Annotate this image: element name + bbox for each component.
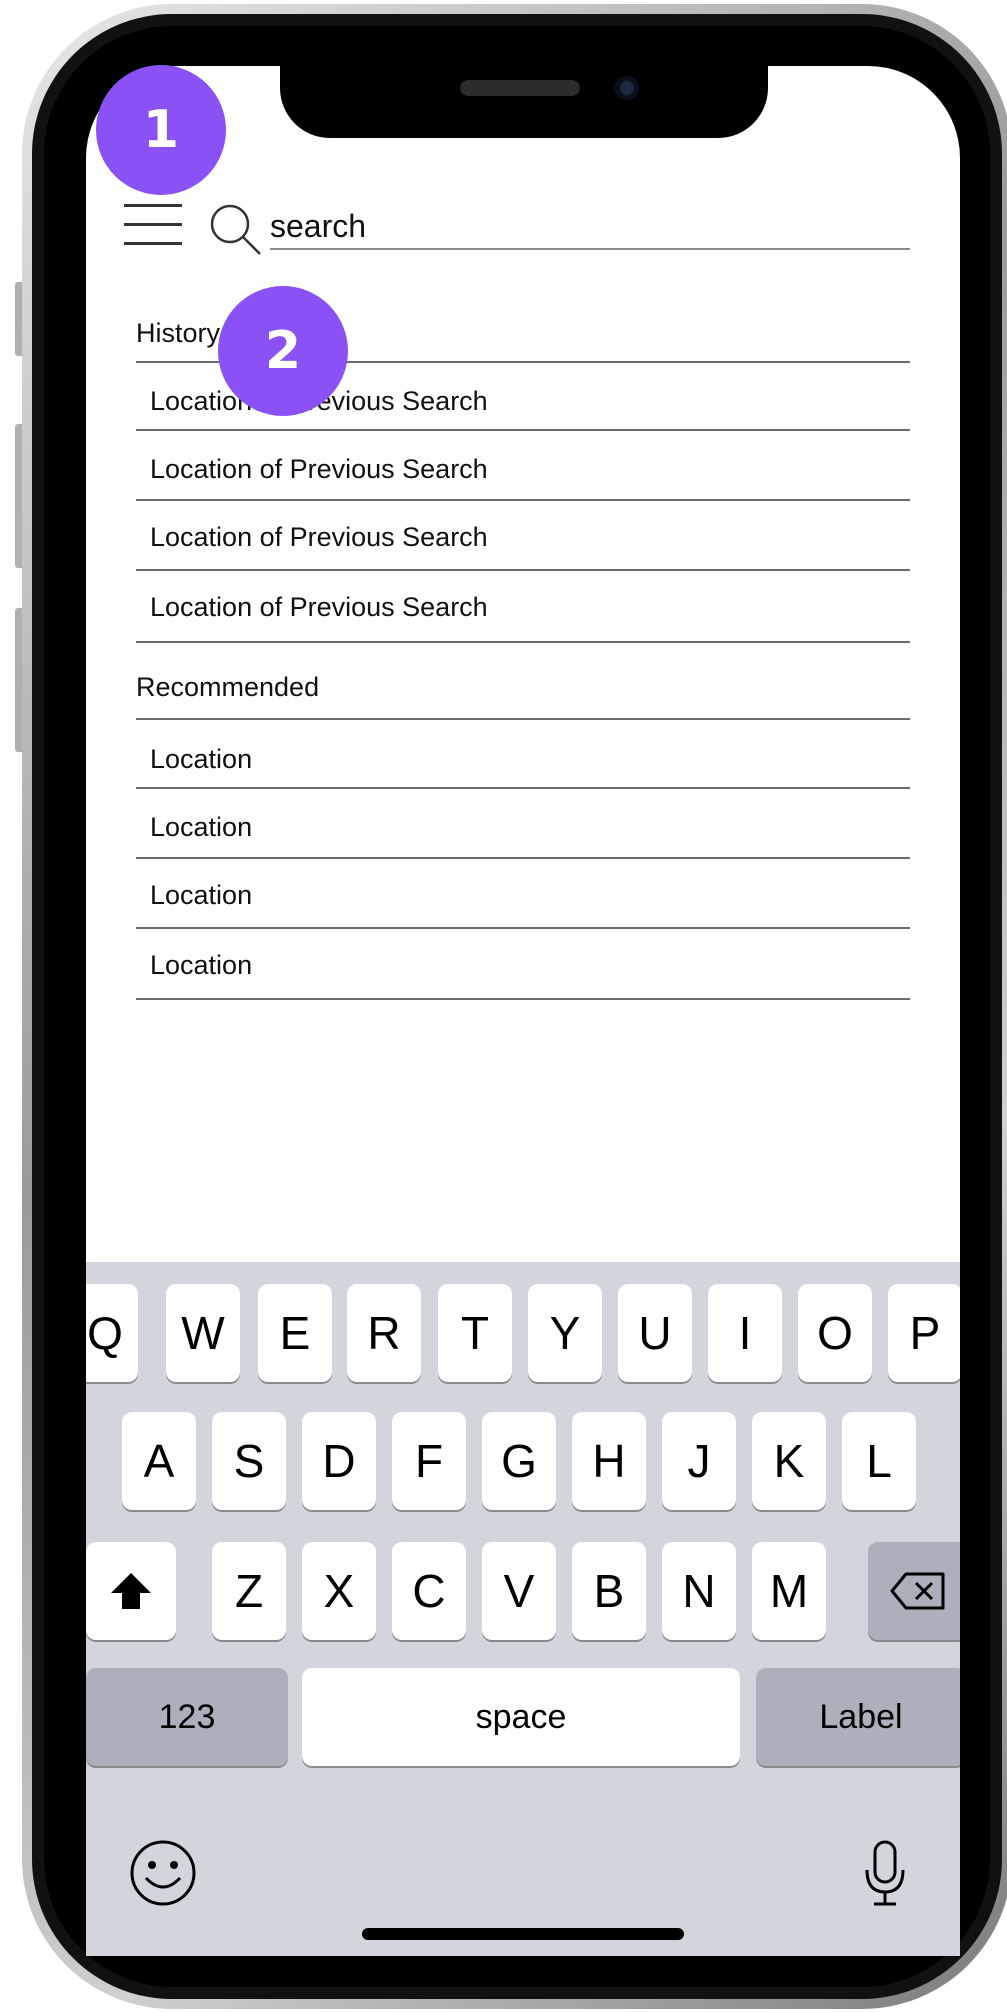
key-v[interactable]: V [482,1542,556,1640]
front-camera [615,76,639,100]
recommended-header: Recommended [136,672,320,702]
numbers-key[interactable]: 123 [86,1668,288,1766]
search-input[interactable] [270,204,910,250]
key-b[interactable]: B [572,1542,646,1640]
menu-icon[interactable] [124,200,184,248]
key-n[interactable]: N [662,1542,736,1640]
key-r[interactable]: R [347,1284,421,1382]
key-i[interactable]: I [708,1284,782,1382]
key-l[interactable]: L [842,1412,916,1510]
search-icon [210,204,261,255]
key-h[interactable]: H [572,1412,646,1510]
on-screen-keyboard: Q W E R T Y U I O P A S D F G H J K L Z … [86,1262,960,1956]
key-o[interactable]: O [798,1284,872,1382]
divider [136,641,910,643]
recommended-item[interactable]: Location [150,744,252,775]
recommended-item[interactable]: Location [150,880,252,911]
shift-icon [111,1573,151,1609]
key-t[interactable]: T [438,1284,512,1382]
key-w[interactable]: W [166,1284,240,1382]
key-x[interactable]: X [302,1542,376,1640]
history-item[interactable]: Location of Previous Search [150,522,488,553]
key-s[interactable]: S [212,1412,286,1510]
notch [280,66,768,138]
key-y[interactable]: Y [528,1284,602,1382]
delete-key[interactable] [868,1542,960,1640]
divider [136,499,910,501]
annotation-badge-1: 1 [96,65,226,195]
key-z[interactable]: Z [212,1542,286,1640]
key-d[interactable]: D [302,1412,376,1510]
divider [136,927,910,929]
key-k[interactable]: K [752,1412,826,1510]
shift-key[interactable] [86,1542,176,1640]
key-m[interactable]: M [752,1542,826,1640]
key-c[interactable]: C [392,1542,466,1640]
history-header: History [136,318,221,348]
key-u[interactable]: U [618,1284,692,1382]
annotation-badge-2: 2 [218,286,348,416]
divider [136,787,910,789]
recommended-item[interactable]: Location [150,950,252,981]
speaker [460,80,580,96]
backspace-icon [890,1572,945,1610]
divider [136,569,910,571]
microphone-icon[interactable] [860,1838,910,1910]
key-e[interactable]: E [258,1284,332,1382]
key-q[interactable]: Q [86,1284,138,1382]
key-a[interactable]: A [122,1412,196,1510]
home-indicator[interactable] [362,1928,684,1940]
emoji-icon[interactable] [128,1838,198,1908]
divider [136,998,910,1000]
space-key[interactable]: space [302,1668,740,1766]
divider [136,718,910,720]
divider [136,429,910,431]
key-g[interactable]: G [482,1412,556,1510]
key-f[interactable]: F [392,1412,466,1510]
phone-mockup: 1 2 History Location of Previous Search … [0,0,1007,2013]
history-item[interactable]: Location of Previous Search [150,592,488,623]
history-item[interactable]: Location of Previous Search [150,454,488,485]
recommended-item[interactable]: Location [150,812,252,843]
label-key[interactable]: Label [756,1668,960,1766]
key-j[interactable]: J [662,1412,736,1510]
key-p[interactable]: P [888,1284,960,1382]
divider [136,857,910,859]
